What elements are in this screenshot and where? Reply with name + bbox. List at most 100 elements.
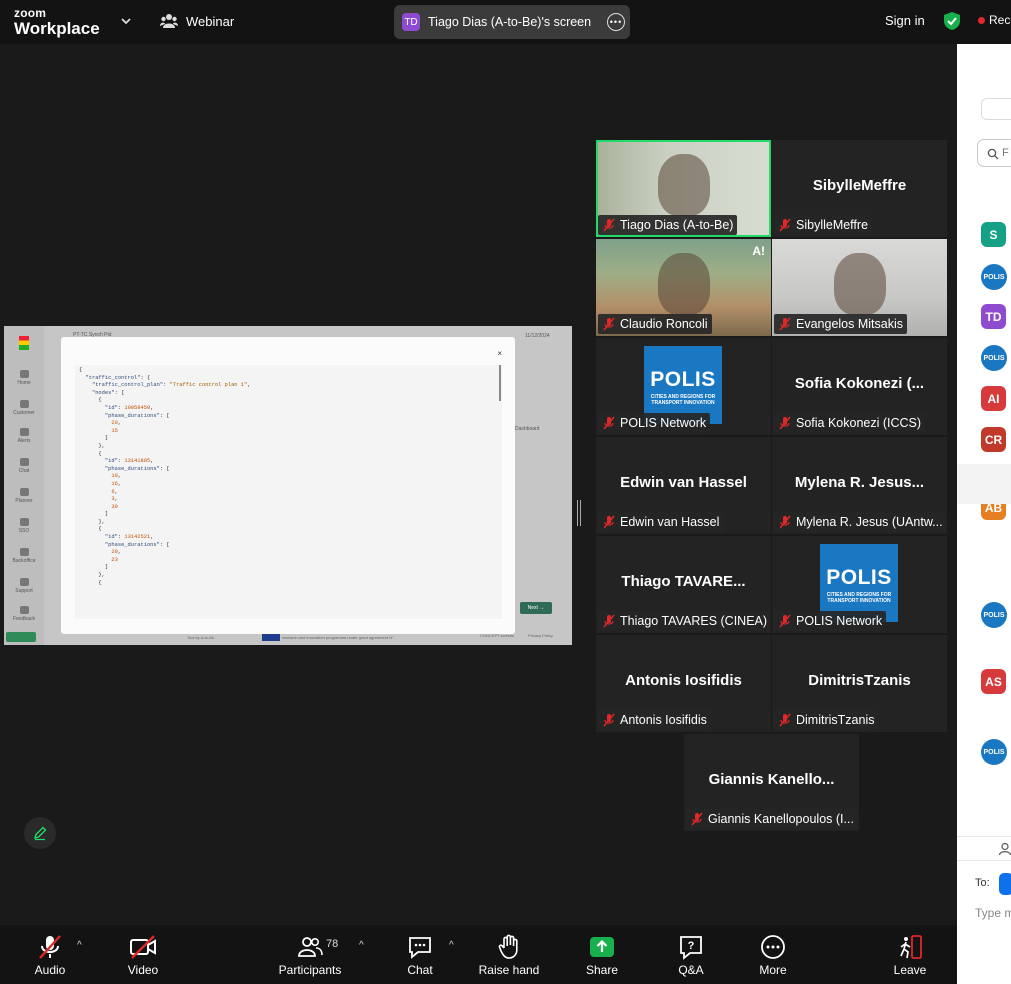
- raise-hand-button[interactable]: Raise hand: [478, 925, 540, 984]
- participant-tile[interactable]: Thiago TAVARE... Thiago TAVARES (CINEA): [596, 536, 771, 633]
- participant-avatar[interactable]: POLIS: [981, 739, 1007, 765]
- nav-label: Alerts: [17, 438, 31, 444]
- alerts-icon: [19, 428, 29, 436]
- json-code-view: { "traffic_control": { "traffic_control_…: [75, 365, 502, 619]
- more-button[interactable]: More: [752, 925, 794, 984]
- support-icon: [19, 578, 29, 586]
- participants-options-caret-icon[interactable]: ^: [359, 940, 364, 951]
- shared-screen[interactable]: Home Customer Alerts Chat Planner SSO Ba…: [4, 326, 572, 645]
- annotate-button[interactable]: [24, 817, 56, 849]
- participant-name-label: Antonis Iosifidis: [598, 710, 711, 730]
- participant-avatar[interactable]: POLIS: [981, 264, 1007, 290]
- screen-share-indicator[interactable]: TD Tiago Dias (A-to-Be)'s screen •••: [394, 5, 630, 39]
- chat-options-caret-icon[interactable]: ^: [449, 940, 454, 951]
- microphone-muted-icon: [691, 812, 703, 826]
- participant-name-label: Claudio Roncoli: [598, 314, 712, 334]
- nav-home: Home: [4, 370, 44, 386]
- participant-video-figure: [658, 154, 710, 216]
- app-date: 11/12/2024: [525, 333, 550, 339]
- chat-input[interactable]: Type m: [975, 906, 1011, 920]
- chat-to-label: To:: [975, 877, 990, 889]
- participant-tile[interactable]: Evangelos Mitsakis: [772, 239, 947, 336]
- participant-avatar[interactable]: POLIS: [981, 345, 1007, 371]
- raise-hand-icon: [498, 934, 518, 959]
- nav-label: Feedback: [13, 616, 35, 622]
- video-button[interactable]: Video: [121, 925, 165, 984]
- encryption-shield-icon[interactable]: [943, 11, 961, 31]
- participant-name: Tiago Dias (A-to-Be): [620, 218, 734, 232]
- nav-chat: Chat: [4, 458, 44, 474]
- person-icon[interactable]: [998, 842, 1011, 856]
- polis-logo-text: POLIS: [826, 566, 892, 589]
- sso-icon: [19, 518, 29, 526]
- more-label: More: [759, 963, 787, 977]
- participant-tile[interactable]: POLIS CITIES AND REGIONS FOR TRANSPORT IN…: [772, 536, 947, 633]
- participant-name-label: Giannis Kanellopoulos (I...: [686, 809, 857, 829]
- chat-button[interactable]: Chat: [400, 925, 440, 984]
- participant-avatar[interactable]: AI: [981, 386, 1006, 411]
- participant-tile[interactable]: A! Claudio Roncoli: [596, 239, 771, 336]
- share-title: Tiago Dias (A-to-Be)'s screen: [428, 15, 592, 29]
- participants-button[interactable]: Participants: [278, 925, 342, 984]
- participant-tile[interactable]: Giannis Kanello... Giannis Kanellopoulos …: [684, 734, 859, 831]
- participant-tile[interactable]: Tiago Dias (A-to-Be): [596, 140, 771, 237]
- audio-options-caret-icon[interactable]: ^: [77, 940, 82, 951]
- participant-search[interactable]: F: [977, 139, 1011, 167]
- polis-logo-text: POLIS: [650, 368, 716, 391]
- video-off-icon: [130, 935, 156, 959]
- json-dialog: × { "traffic_control": { "traffic_contro…: [61, 337, 515, 634]
- share-label: Share: [585, 963, 619, 977]
- participant-tile[interactable]: Mylena R. Jesus... Mylena R. Jesus (UAntw…: [772, 437, 947, 534]
- qa-button[interactable]: ? Q&A: [672, 925, 710, 984]
- webinar-indicator[interactable]: Webinar: [160, 13, 234, 29]
- participant-name: DimitrisTzanis: [796, 713, 875, 727]
- microphone-muted-icon: [603, 515, 615, 529]
- participant-display-name: Antonis Iosifidis: [625, 672, 742, 689]
- logo-bottom: Workplace: [14, 19, 100, 38]
- search-icon: [987, 148, 999, 160]
- webinar-label: Webinar: [186, 13, 235, 29]
- participant-avatar[interactable]: S: [981, 222, 1006, 247]
- splitter-handle[interactable]: [577, 500, 581, 526]
- participant-avatar[interactable]: TD: [981, 304, 1006, 329]
- participant-avatar[interactable]: CR: [981, 427, 1006, 452]
- leave-label: Leave: [893, 963, 927, 977]
- customer-icon: [19, 400, 29, 408]
- nav-sso: SSO: [4, 518, 44, 534]
- nav-label: Planner: [15, 498, 33, 504]
- share-button[interactable]: Share: [582, 925, 622, 984]
- dashboard-label: Dashboard: [515, 426, 540, 432]
- participant-avatar[interactable]: AS: [981, 669, 1006, 694]
- nav-support: Support: [4, 578, 44, 594]
- nav-feedback: Feedback: [4, 606, 44, 622]
- participant-display-name: Edwin van Hassel: [620, 474, 747, 491]
- sign-in-link[interactable]: Sign in: [885, 13, 925, 28]
- participant-display-name: DimitrisTzanis: [808, 672, 911, 689]
- panel-input[interactable]: [981, 98, 1011, 120]
- participant-name-label: Edwin van Hassel: [598, 512, 724, 532]
- participant-tile[interactable]: SibylleMeffre SibylleMeffre: [772, 140, 947, 237]
- participant-name: SibylleMeffre: [796, 218, 869, 232]
- audio-button[interactable]: Audio: [28, 925, 72, 984]
- leave-button[interactable]: Leave: [890, 925, 930, 984]
- nav-label: Home: [17, 380, 31, 386]
- participant-tile[interactable]: Edwin van Hassel Edwin van Hassel: [596, 437, 771, 534]
- next-button: Next →: [520, 602, 552, 614]
- recording-indicator[interactable]: Reco: [978, 13, 1011, 27]
- video-label: Video: [127, 963, 159, 977]
- sharer-avatar: TD: [402, 13, 420, 31]
- participant-name: Edwin van Hassel: [620, 515, 720, 529]
- nav-alerts: Alerts: [4, 428, 44, 444]
- participant-tile[interactable]: POLIS CITIES AND REGIONS FOR TRANSPORT IN…: [596, 338, 771, 435]
- svg-text:?: ?: [688, 940, 695, 952]
- participant-name: Sofia Kokonezi (ICCS): [796, 416, 922, 430]
- participant-tile[interactable]: Sofia Kokonezi (... Sofia Kokonezi (ICCS): [772, 338, 947, 435]
- participant-avatar[interactable]: POLIS: [981, 602, 1007, 628]
- participant-name-label: POLIS Network: [598, 413, 711, 433]
- chevron-down-icon[interactable]: [119, 14, 133, 28]
- more-options-icon[interactable]: •••: [607, 13, 625, 31]
- participant-tile[interactable]: Antonis Iosifidis Antonis Iosifidis: [596, 635, 771, 732]
- chat-recipient-select[interactable]: [999, 873, 1011, 895]
- participants-icon: [298, 937, 323, 957]
- participant-tile[interactable]: DimitrisTzanis DimitrisTzanis: [772, 635, 947, 732]
